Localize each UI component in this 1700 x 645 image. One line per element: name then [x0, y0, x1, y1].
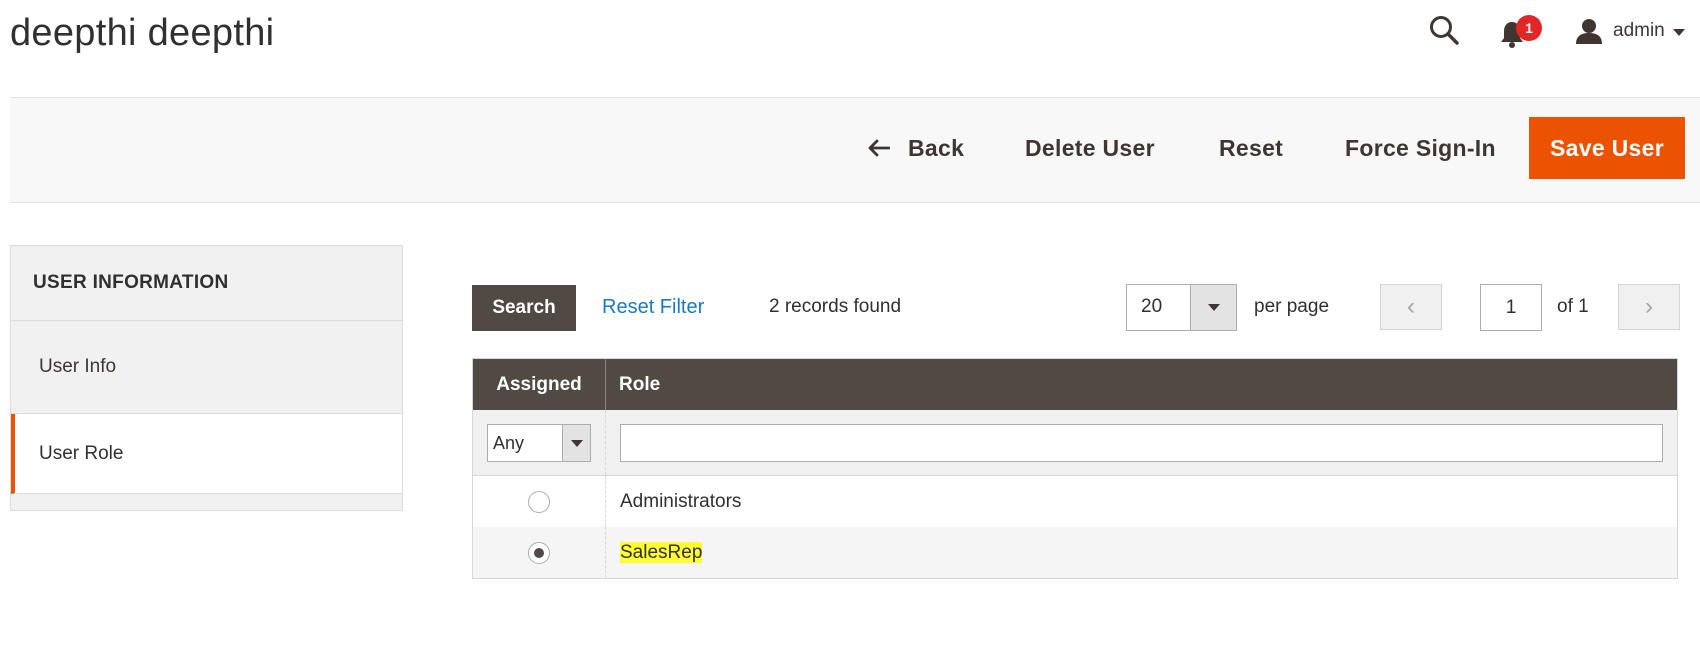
back-label: Back [908, 134, 965, 161]
notifications-button[interactable]: 1 [1500, 15, 1542, 50]
column-header-role[interactable]: Role [473, 359, 1677, 410]
assigned-filter-select[interactable]: Any [487, 424, 591, 462]
user-menu[interactable]: admin [1575, 16, 1685, 46]
per-page-label: per page [1254, 296, 1330, 317]
table-row[interactable]: Administrators [473, 476, 1677, 527]
chevron-down-icon [562, 425, 590, 461]
sidebar-item-user-info[interactable]: User Info [11, 321, 402, 414]
delete-user-button[interactable]: Delete User [1025, 117, 1155, 179]
assigned-radio[interactable] [528, 490, 550, 513]
chevron-right-icon: › [1645, 293, 1653, 320]
search-button[interactable]: Search [472, 285, 576, 331]
chevron-left-icon: ‹ [1407, 293, 1415, 320]
per-page-value: 20 [1141, 296, 1163, 317]
role-name: Administrators [620, 490, 742, 512]
assigned-radio[interactable] [528, 541, 550, 564]
highlighted-role-name: SalesRep [620, 541, 703, 563]
arrow-left-icon [868, 139, 890, 157]
page-title: deepthi deepthi [10, 12, 275, 54]
sidebar-item-user-role[interactable]: User Role [11, 414, 402, 494]
next-page-button[interactable]: › [1618, 284, 1680, 330]
chevron-down-icon [1190, 285, 1236, 330]
save-user-button[interactable]: Save User [1529, 117, 1685, 179]
reset-button[interactable]: Reset [1219, 117, 1283, 179]
page-actions-toolbar: Back Delete User Reset Force Sign-In Sav… [10, 97, 1700, 203]
back-button[interactable]: Back [868, 117, 964, 179]
sidebar-title: USER INFORMATION [11, 246, 402, 321]
page-number-input[interactable] [1480, 284, 1542, 331]
force-sign-in-button[interactable]: Force Sign-In [1345, 117, 1496, 179]
grid-header: Assigned Role [473, 359, 1677, 410]
filter-cell-assigned: Any [473, 410, 606, 475]
assigned-cell [473, 476, 606, 527]
table-row[interactable]: SalesRep [473, 527, 1677, 578]
notification-badge: 1 [1516, 15, 1542, 41]
user-icon [1576, 19, 1602, 44]
page-count: of 1 [1557, 296, 1589, 317]
records-found: 2 records found [769, 296, 902, 317]
grid-filter-row: Any [473, 410, 1677, 476]
search-icon[interactable] [1428, 14, 1460, 46]
user-name: admin [1613, 20, 1665, 41]
reset-filter-link[interactable]: Reset Filter [602, 296, 704, 319]
user-information-sidebar: USER INFORMATION User Info User Role [10, 245, 403, 511]
chevron-down-icon [1672, 28, 1685, 36]
role-name: SalesRep [606, 541, 703, 564]
assigned-filter-value: Any [493, 433, 525, 453]
assigned-cell [473, 527, 606, 578]
per-page-select[interactable]: 20 [1126, 284, 1237, 331]
role-filter-input[interactable] [620, 424, 1663, 462]
grid-controls: Search Reset Filter 2 records found 20 p… [472, 284, 1680, 332]
roles-grid: Assigned Role Any Administrators SalesRe… [472, 358, 1678, 579]
previous-page-button[interactable]: ‹ [1380, 284, 1442, 330]
